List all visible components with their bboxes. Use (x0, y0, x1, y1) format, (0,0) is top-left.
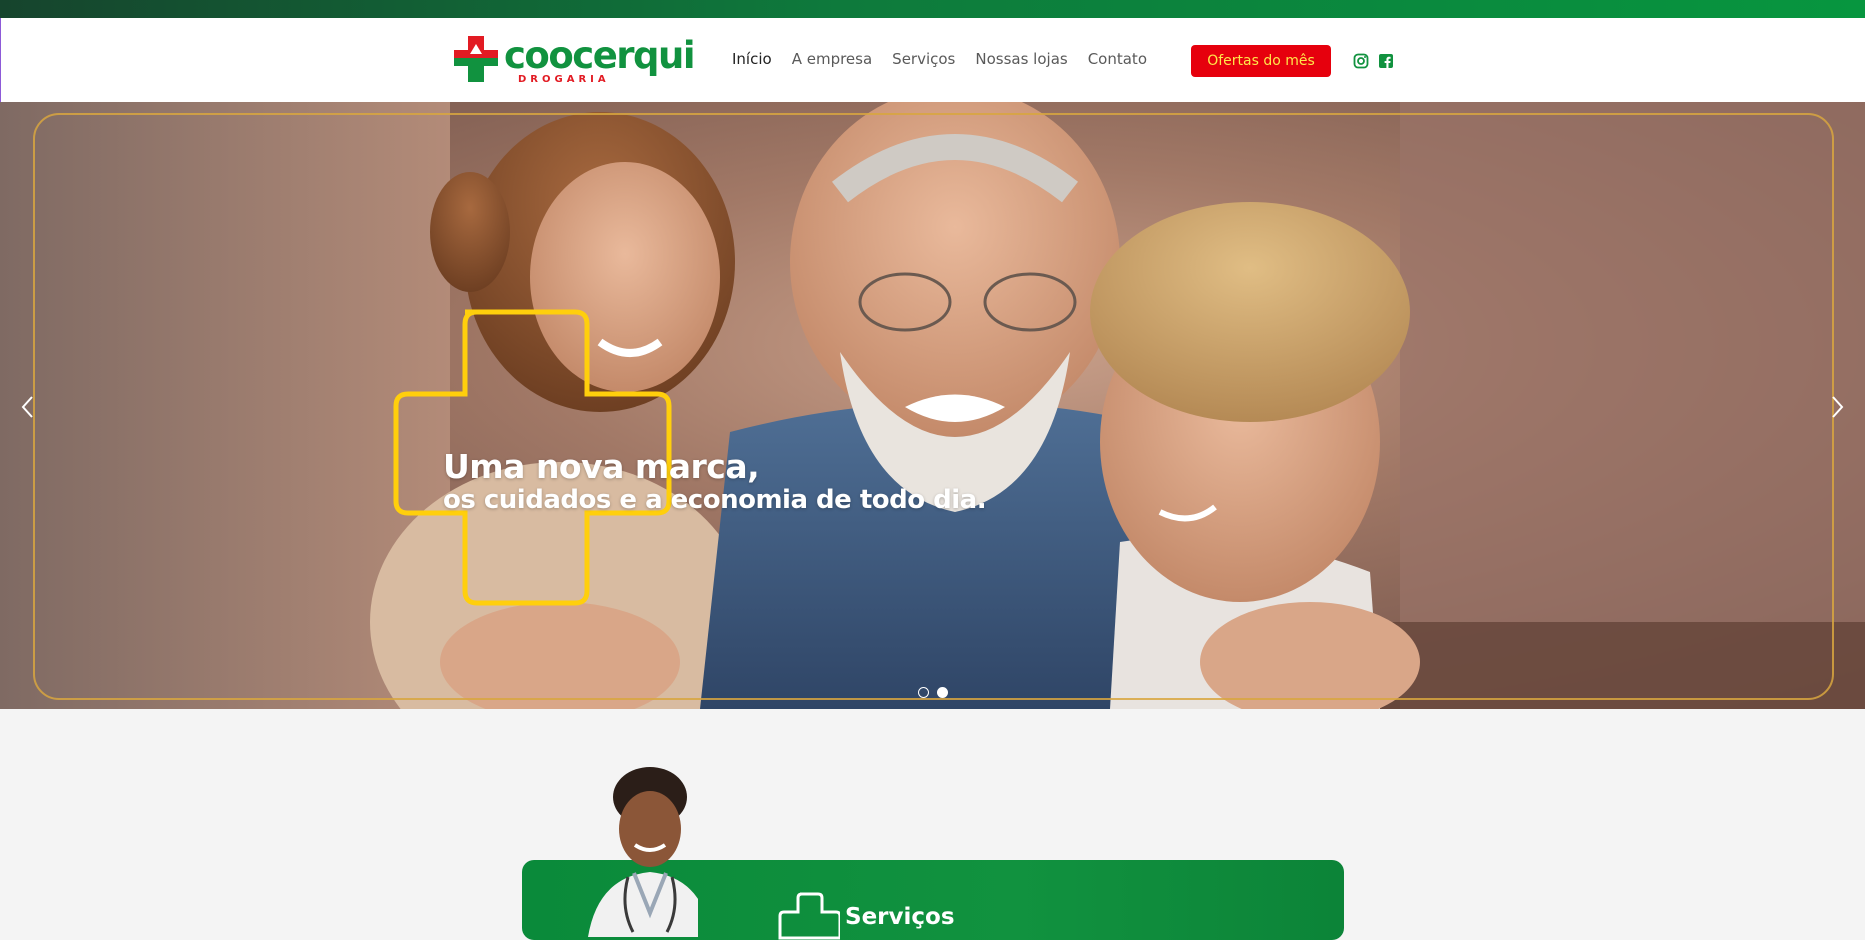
carousel-indicators (918, 687, 948, 698)
services-section: Serviços (0, 709, 1865, 940)
nav-item-servicos[interactable]: Serviços (892, 50, 955, 72)
hero-carousel: Uma nova marca, os cuidados e a economia… (0, 102, 1865, 709)
offers-button[interactable]: Ofertas do mês (1191, 45, 1331, 77)
logo-cross-icon (454, 36, 498, 82)
nav-item-nossas-lojas[interactable]: Nossas lojas (975, 50, 1067, 72)
services-title: Serviços (845, 904, 955, 930)
carousel-prev-icon[interactable] (18, 392, 38, 422)
hero-subline: os cuidados e a economia de todo dia. (443, 485, 987, 515)
instagram-icon[interactable] (1353, 53, 1369, 69)
main-navigation: Início A empresa Serviços Nossas lojas C… (732, 50, 1167, 72)
logo-subtitle: DROGARIA (518, 74, 610, 85)
brand-logo[interactable]: coocerqui DROGARIA (454, 34, 696, 86)
services-cross-icon (778, 892, 840, 940)
pharmacist-photo (588, 767, 698, 937)
hero-frame (33, 113, 1834, 700)
nav-item-a-empresa[interactable]: A empresa (792, 50, 872, 72)
top-accent-bar (0, 0, 1865, 18)
carousel-dot-2[interactable] (937, 687, 948, 698)
nav-item-inicio[interactable]: Início (732, 50, 772, 72)
site-header: coocerqui DROGARIA Início A empresa Serv… (0, 18, 1865, 102)
facebook-icon[interactable] (1378, 53, 1394, 69)
carousel-next-icon[interactable] (1827, 392, 1847, 422)
logo-wordmark: coocerqui (504, 34, 696, 77)
hero-headline: Uma nova marca, (443, 447, 760, 486)
carousel-dot-1[interactable] (918, 687, 929, 698)
nav-item-contato[interactable]: Contato (1088, 50, 1147, 72)
